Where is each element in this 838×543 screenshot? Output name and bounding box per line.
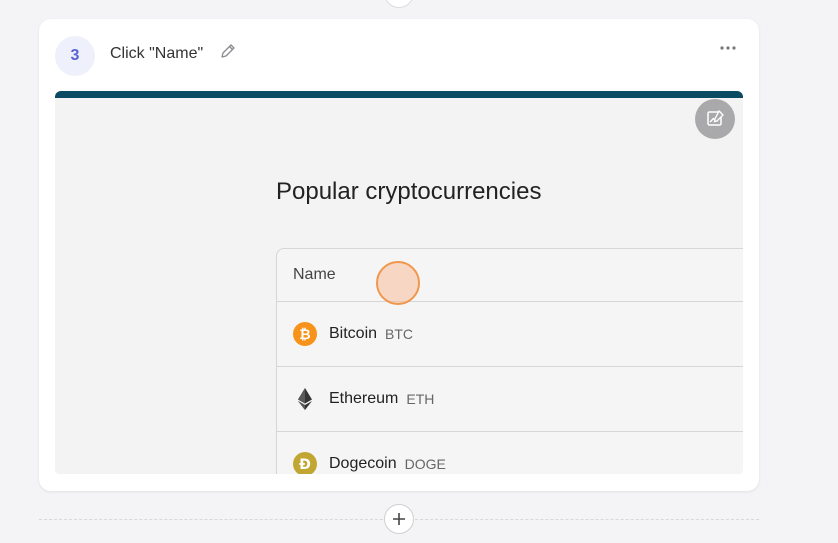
table-row[interactable]: ₿ Bitcoin BTC <box>277 302 743 367</box>
step-screenshot: Popular cryptocurrencies Name ₿ Bitcoin … <box>55 91 743 474</box>
more-options-icon[interactable] <box>719 41 737 55</box>
add-step-button[interactable] <box>384 504 414 534</box>
crypto-heading: Popular cryptocurrencies <box>276 178 542 205</box>
plus-icon <box>393 513 405 525</box>
click-target-marker <box>376 261 420 305</box>
coin-symbol: ETH <box>406 391 435 407</box>
coin-symbol: DOGE <box>404 456 446 472</box>
bitcoin-icon: ₿ <box>293 322 317 346</box>
step-number-badge: 3 <box>55 36 95 76</box>
step-card: 3 Click "Name" Popular cryptocurrencies … <box>39 19 759 491</box>
step-title[interactable]: Click "Name" <box>110 45 203 63</box>
ethereum-icon <box>293 387 317 411</box>
pencil-edit-icon[interactable] <box>219 42 237 60</box>
edit-image-button[interactable] <box>695 99 735 139</box>
table-row[interactable]: Ð Dogecoin DOGE <box>277 432 743 474</box>
svg-text:₿: ₿ <box>299 327 310 343</box>
coin-name: Ethereum <box>329 390 399 407</box>
dogecoin-icon: Ð <box>293 452 317 474</box>
image-edit-icon <box>707 109 724 126</box>
coin-name: Bitcoin <box>329 325 378 342</box>
crypto-table: Name ₿ Bitcoin BTC Ethereum ETH Ð Dogeco… <box>276 248 743 474</box>
name-column-header[interactable]: Name <box>277 249 743 302</box>
add-step-button-top[interactable] <box>384 0 414 8</box>
screenshot-top-bar <box>55 91 743 98</box>
table-row[interactable]: Ethereum ETH <box>277 367 743 432</box>
svg-text:Ð: Ð <box>299 457 311 473</box>
coin-symbol: BTC <box>385 326 414 342</box>
coin-name: Dogecoin <box>329 455 397 472</box>
